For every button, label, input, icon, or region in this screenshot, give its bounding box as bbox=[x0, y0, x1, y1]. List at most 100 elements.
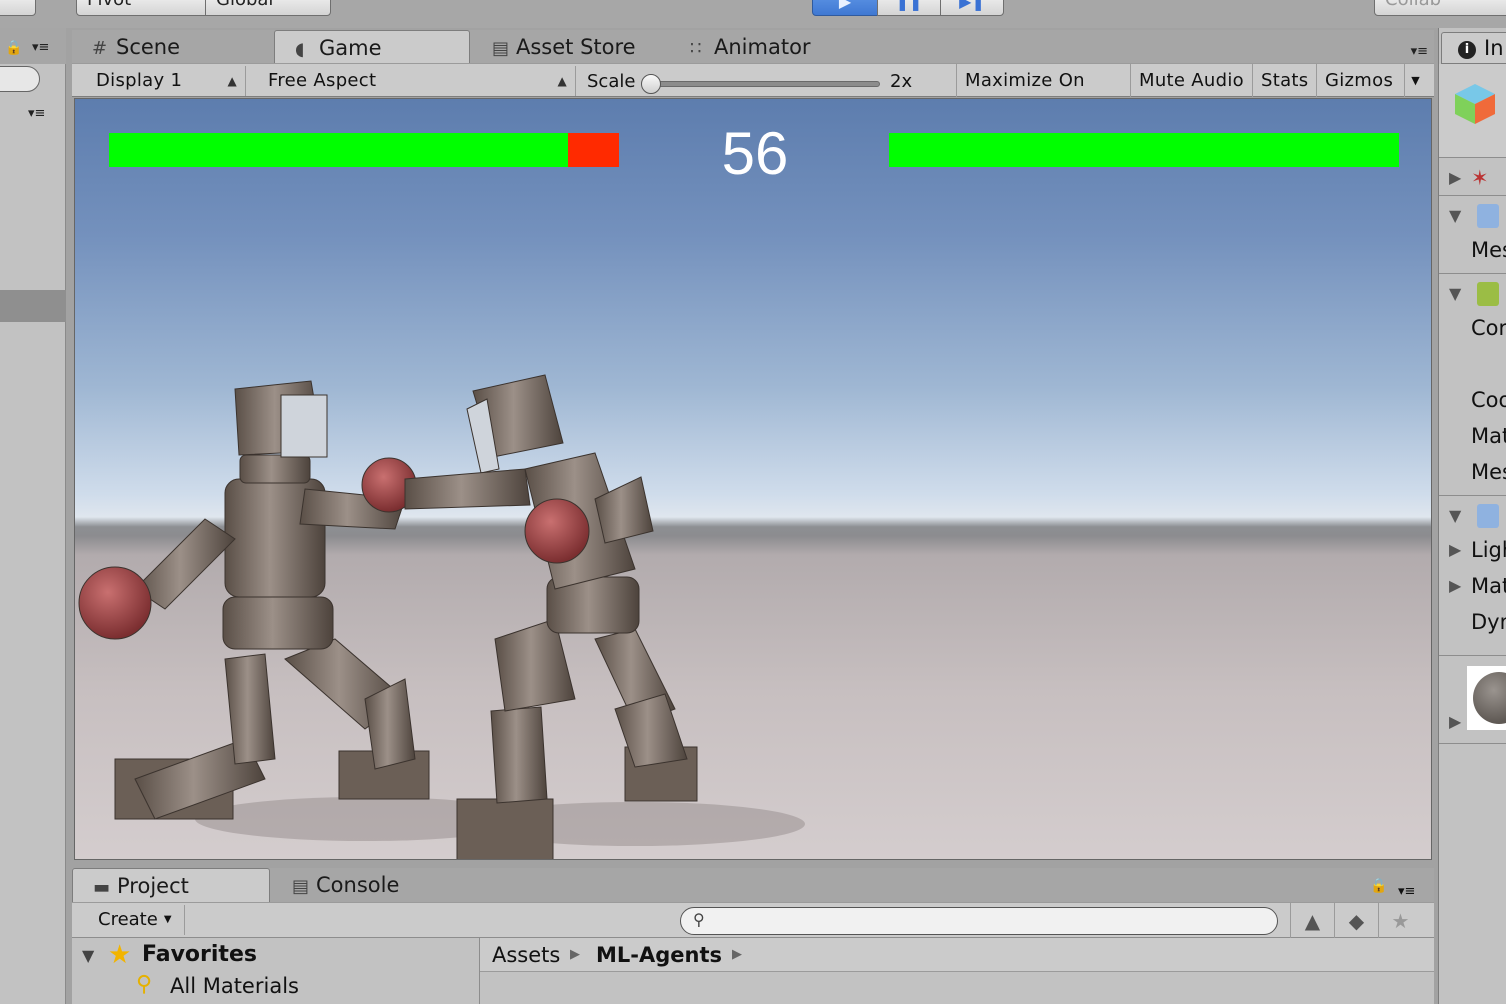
inspector-row[interactable]: Cor bbox=[1439, 312, 1506, 344]
pause-button[interactable]: ❚❚ bbox=[877, 0, 941, 16]
play-button[interactable]: ▶ bbox=[812, 0, 878, 16]
expand-arrow-icon[interactable]: ▶ bbox=[1449, 712, 1461, 731]
panel-menu-icon[interactable]: ▾≡ bbox=[32, 40, 49, 55]
renderer-header[interactable]: ▼ bbox=[1439, 500, 1506, 532]
tab-animator[interactable]: ∷ Animator bbox=[670, 30, 870, 64]
scale-slider-track[interactable] bbox=[642, 81, 880, 87]
project-toolbar: Create ▼ ⚲ ▲ ◆ ★ bbox=[72, 902, 1434, 939]
animator-icon: ∷ bbox=[690, 38, 702, 59]
chevron-right-icon: ▶ bbox=[570, 947, 580, 962]
hierarchy-selected-row[interactable] bbox=[0, 290, 66, 322]
tab-inspector[interactable]: i In bbox=[1441, 32, 1506, 64]
boxing-scene bbox=[78, 374, 805, 859]
breadcrumb-ml-agents[interactable]: ML-Agents bbox=[596, 938, 722, 972]
collab-button[interactable]: Collab bbox=[1374, 0, 1506, 16]
hierarchy-tabbar: 🔒 ▾≡ bbox=[0, 28, 66, 64]
right-health-bar bbox=[889, 133, 1399, 167]
inspector-row[interactable]: ▶Ligh bbox=[1439, 534, 1506, 566]
folder-icon: ▬ bbox=[93, 877, 111, 898]
editor-tabbar: # Scene ◖ Game ▤ Asset Store ∷ Animator ▾≡ bbox=[72, 30, 1434, 64]
inspector-row[interactable]: Dyn bbox=[1439, 606, 1506, 638]
game-toolbar: Display 1 ▲ Free Aspect ▲ Scale 2x Maximiz… bbox=[72, 63, 1434, 124]
pivot-button[interactable]: Pivot bbox=[76, 0, 206, 16]
left-robot bbox=[78, 380, 430, 820]
filter-by-label-icon[interactable]: ◆ bbox=[1334, 903, 1378, 939]
display-value: Display 1 bbox=[96, 70, 183, 91]
scene-icon: # bbox=[92, 38, 108, 59]
tab-project[interactable]: ▬ Project bbox=[72, 868, 270, 902]
game-icon: ◖ bbox=[295, 39, 305, 60]
maximize-on-play-toggle[interactable]: Maximize On Play bbox=[956, 64, 1130, 124]
expand-arrow-icon[interactable]: ▼ bbox=[82, 946, 94, 965]
inspector-object-header bbox=[1439, 64, 1506, 158]
gizmos-toggle[interactable]: Gizmos bbox=[1316, 64, 1404, 97]
round-timer: 56 bbox=[721, 120, 789, 187]
panel-menu-icon[interactable]: ▾≡ bbox=[1398, 884, 1415, 899]
hierarchy-search-input[interactable] bbox=[0, 66, 40, 92]
stats-toggle[interactable]: Stats bbox=[1252, 64, 1316, 97]
left-robot-hips bbox=[222, 596, 334, 650]
chevron-right-icon: ▶ bbox=[732, 947, 742, 962]
collapse-arrow-icon: ▼ bbox=[1449, 284, 1462, 303]
store-icon: ▤ bbox=[492, 38, 510, 59]
left-robot-face bbox=[280, 394, 328, 458]
mesh-filter-icon bbox=[1477, 204, 1499, 228]
project-content-area[interactable] bbox=[480, 972, 1434, 1004]
tab-game[interactable]: ◖ Game bbox=[274, 30, 470, 64]
collider-section: ▼ Cor Coo Mat Mes bbox=[1439, 274, 1506, 496]
expand-arrow-icon: ▶ bbox=[1449, 168, 1462, 187]
favorites-star-icon: ★ bbox=[108, 940, 132, 970]
create-dropdown[interactable]: Create ▼ bbox=[86, 905, 185, 935]
aspect-value: Free Aspect bbox=[268, 70, 377, 91]
chevron-down-icon: ▼ bbox=[163, 914, 172, 925]
game-viewport[interactable]: 56 bbox=[74, 98, 1432, 860]
scale-slider-thumb[interactable] bbox=[641, 74, 661, 94]
left-robot-neck bbox=[239, 454, 311, 484]
save-search-star-icon[interactable]: ★ bbox=[1378, 903, 1422, 939]
right-robot-foot-back bbox=[456, 798, 554, 859]
breadcrumb-assets[interactable]: Assets bbox=[492, 938, 560, 972]
console-icon: ▤ bbox=[292, 876, 310, 897]
project-search-input[interactable]: ⚲ bbox=[680, 907, 1278, 935]
collapse-arrow-icon: ▼ bbox=[1449, 506, 1462, 525]
expand-arrow-icon: ▶ bbox=[1449, 540, 1462, 559]
transform-axes-icon: ✶ bbox=[1471, 166, 1489, 190]
material-preview[interactable] bbox=[1467, 666, 1506, 730]
scale-value: 2x bbox=[890, 71, 913, 92]
mute-audio-toggle[interactable]: Mute Audio bbox=[1130, 64, 1252, 97]
project-tabbar: ▬ Project ▤ Console 🔒 ▾≡ bbox=[72, 868, 1434, 902]
aspect-dropdown[interactable]: Free Aspect ▲ bbox=[258, 66, 576, 96]
transform-row[interactable]: ▶ ✶ bbox=[1439, 162, 1506, 194]
panel-menu-icon[interactable]: ▾≡ bbox=[1411, 44, 1428, 59]
inspector-row[interactable]: Mes bbox=[1439, 234, 1506, 266]
inspector-row[interactable]: Mat bbox=[1439, 420, 1506, 452]
hierarchy-options-icon[interactable]: ▾≡ bbox=[28, 106, 45, 121]
lock-icon[interactable]: 🔒 bbox=[1370, 878, 1387, 894]
filter-by-type-icon[interactable]: ▲ bbox=[1290, 903, 1334, 939]
inspector-row[interactable]: Mes bbox=[1439, 456, 1506, 488]
tab-asset-store[interactable]: ▤ Asset Store bbox=[472, 30, 672, 64]
favorites-label[interactable]: Favorites bbox=[142, 942, 257, 967]
tab-console[interactable]: ▤ Console bbox=[272, 868, 472, 902]
inspector-row[interactable]: ▶Mat bbox=[1439, 570, 1506, 602]
rect-tool-button[interactable] bbox=[0, 0, 36, 16]
gizmos-dropdown-icon[interactable]: ▼ bbox=[1404, 64, 1426, 97]
create-label: Create bbox=[98, 909, 158, 930]
global-button[interactable]: Global bbox=[205, 0, 331, 16]
info-icon: i bbox=[1458, 41, 1476, 59]
all-materials-item[interactable]: All Materials bbox=[170, 974, 299, 998]
search-icon: ⚲ bbox=[693, 910, 705, 929]
tab-scene[interactable]: # Scene bbox=[72, 30, 272, 64]
gizmos-label: Gizmos bbox=[1325, 70, 1394, 91]
inspector-row[interactable]: Coo bbox=[1439, 384, 1506, 416]
step-button[interactable]: ▶❚ bbox=[940, 0, 1004, 16]
pivot-label: Pivot bbox=[87, 0, 131, 10]
lock-icon[interactable]: 🔒 bbox=[5, 40, 22, 56]
tab-asset-store-label: Asset Store bbox=[516, 35, 636, 59]
display-dropdown[interactable]: Display 1 ▲ bbox=[86, 66, 246, 96]
collider-header[interactable]: ▼ bbox=[1439, 278, 1506, 310]
step-icon: ▶❚ bbox=[959, 0, 985, 11]
play-icon: ▶ bbox=[838, 0, 852, 11]
collapse-arrow-icon: ▼ bbox=[1449, 206, 1462, 225]
mesh-filter-header[interactable]: ▼ bbox=[1439, 200, 1506, 232]
